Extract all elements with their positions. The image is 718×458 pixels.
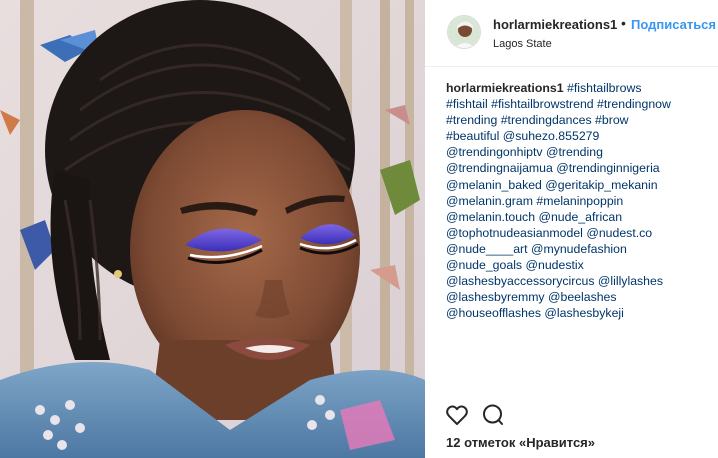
location-link[interactable]: Lagos State	[493, 38, 552, 50]
post-header: horlarmiekreations1 • Подписаться Lagos …	[425, 0, 718, 67]
hashtag-line[interactable]: #fishtail #fishtailbrowstrend #trendingn…	[446, 96, 711, 112]
mention-line[interactable]: @lashesbyremmy @beelashes	[446, 289, 711, 305]
hashtag-line[interactable]: #beautiful @suhezo.855279	[446, 128, 711, 144]
mention-line[interactable]: @tophotnudeasianmodel @nudest.co	[446, 225, 711, 241]
post-sidebar: horlarmiekreations1 • Подписаться Lagos …	[425, 0, 718, 458]
hashtag-link[interactable]: #fishtailbrows	[567, 81, 642, 95]
comment-icon[interactable]	[481, 403, 507, 429]
post-photo[interactable]	[0, 0, 425, 458]
mention-line[interactable]: @houseofflashes @lashesbykeji	[446, 305, 711, 321]
hashtag-line[interactable]: #trending #trendingdances #brow	[446, 112, 711, 128]
follow-button[interactable]: Подписаться	[631, 17, 716, 32]
mention-line[interactable]: @melanin_baked @geritakip_mekanin	[446, 177, 711, 193]
caption-author-link[interactable]: horlarmiekreations1	[446, 81, 564, 95]
mention-line[interactable]: @lashesbyaccessorycircus @lillylashes	[446, 273, 711, 289]
likes-count[interactable]: 12 отметок «Нравится»	[446, 435, 595, 450]
portrait-image	[0, 0, 425, 458]
post-caption: horlarmiekreations1 #fishtailbrows #fish…	[446, 80, 711, 321]
post-actions	[425, 396, 718, 436]
mention-line[interactable]: @melanin.gram #melaninpoppin	[446, 193, 711, 209]
mention-line[interactable]: @trendingonhiptv @trending	[446, 144, 711, 160]
mention-line[interactable]: @nude____art @mynudefashion	[446, 241, 711, 257]
avatar-image	[448, 16, 480, 48]
heart-icon[interactable]	[445, 403, 471, 429]
mention-line[interactable]: @melanin.touch @nude_african	[446, 209, 711, 225]
mention-line[interactable]: @trendingnaijamua @trendinginnigeria	[446, 160, 711, 176]
caption-line: horlarmiekreations1 #fishtailbrows	[446, 80, 711, 96]
separator-dot: •	[621, 15, 626, 31]
username-link[interactable]: horlarmiekreations1	[493, 17, 617, 32]
mention-line[interactable]: @nude_goals @nudestix	[446, 257, 711, 273]
avatar[interactable]	[447, 15, 481, 49]
